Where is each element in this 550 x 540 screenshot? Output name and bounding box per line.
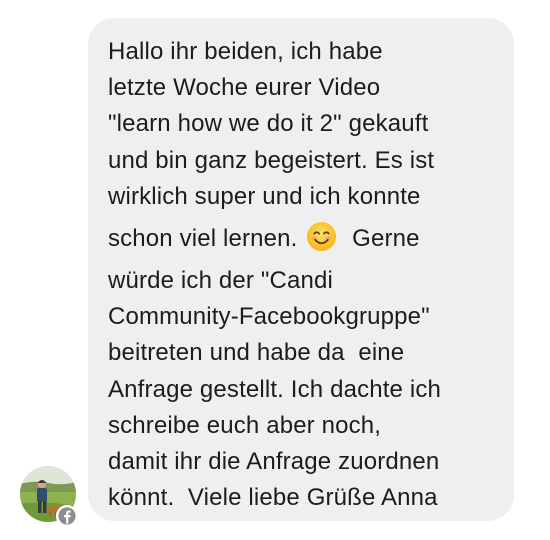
message-text-segment: schon viel lernen. xyxy=(108,225,298,253)
message-line: wirklich super und ich konnte xyxy=(108,182,421,210)
message-bubble[interactable]: Hallo ihr beiden, ich habe letzte Woche … xyxy=(88,18,514,521)
message-line-with-emoji: schon viel lernen. Gerne xyxy=(108,215,514,263)
conversation-thread: Hallo ihr beiden, ich habe letzte Woche … xyxy=(0,0,550,540)
message-line: "learn how we do it 2" gekauft xyxy=(108,110,429,138)
message-line: beitreten und habe da eine xyxy=(108,339,405,367)
message-text-segment: Gerne xyxy=(352,225,420,253)
message-line: schreibe euch aber noch, xyxy=(108,411,382,439)
message-line: Community-Facebookgruppe" xyxy=(108,303,430,331)
message-line: damit ihr die Anfrage zuordnen xyxy=(108,448,440,476)
facebook-icon xyxy=(56,505,78,527)
message-line: Anfrage gestellt. Ich dachte ich xyxy=(108,375,441,403)
smiling-face-icon xyxy=(306,221,337,252)
message-line: und bin ganz begeistert. Es ist xyxy=(108,146,435,174)
message-line: würde ich der "Candi xyxy=(108,267,333,295)
message-line: könnt. Viele liebe Grüße Anna xyxy=(108,484,438,512)
message-line: letzte Woche eurer Video xyxy=(108,74,381,102)
message-line: Hallo ihr beiden, ich habe xyxy=(108,38,383,65)
